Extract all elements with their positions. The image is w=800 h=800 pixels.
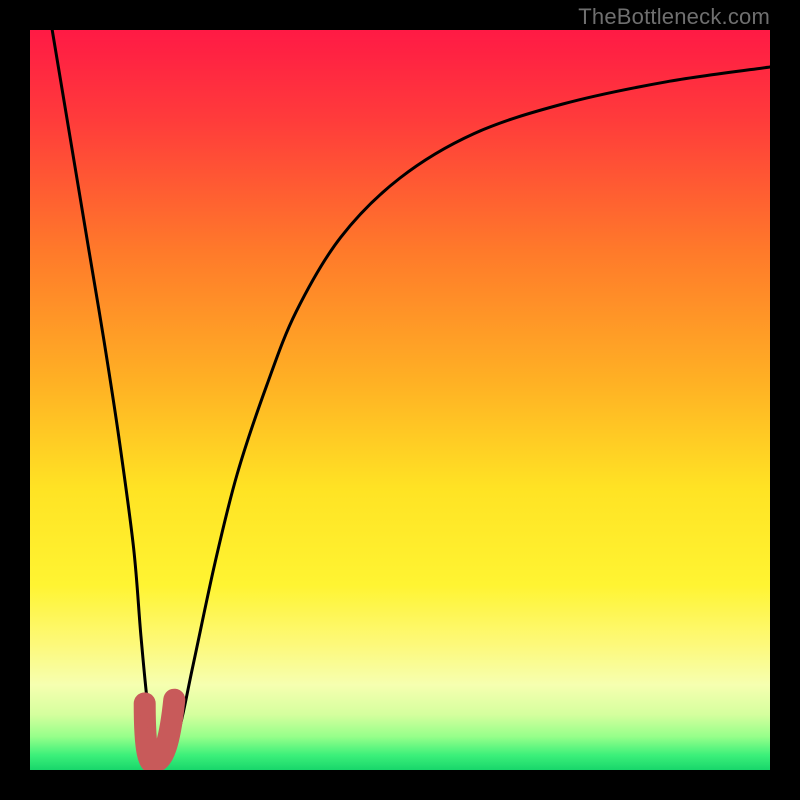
plot-area: [30, 30, 770, 770]
watermark-label: TheBottleneck.com: [578, 4, 770, 30]
pointer-dot-icon: [136, 715, 150, 729]
pointer-hook-icon: [145, 700, 175, 763]
chart-frame: TheBottleneck.com: [0, 0, 800, 800]
bottleneck-curve: [30, 30, 770, 770]
